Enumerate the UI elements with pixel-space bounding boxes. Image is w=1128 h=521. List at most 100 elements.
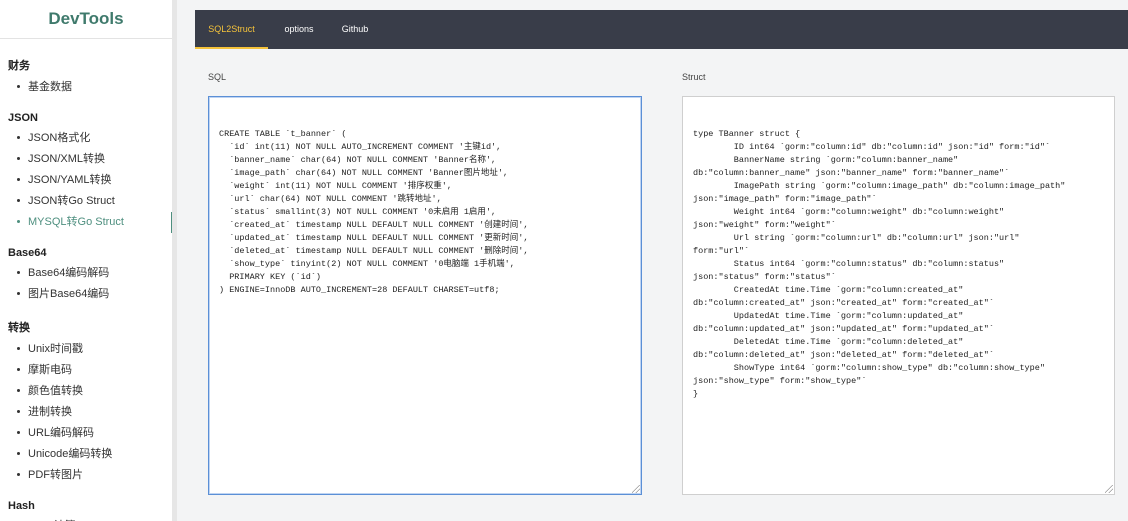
sidebar-item[interactable]: MYSQL转Go Struct xyxy=(0,212,172,233)
sidebar-item-label: MYSQL转Go Struct xyxy=(28,216,124,228)
code-line: Url string `gorm:"column:url" db:"column… xyxy=(693,233,1020,243)
sidebar-menu: 财务基金数据 JSON JSON格式化 JSON/XML转换 JSON/YAML转换 JS… xyxy=(0,57,172,521)
sidebar-item-label: JSON转Go Struct xyxy=(28,195,115,207)
code-line: `id` int(11) NOT NULL AUTO_INCREMENT COM… xyxy=(219,142,502,152)
sql-code: CREATE TABLE `t_banner` ( `id` int(11) N… xyxy=(219,128,631,297)
sidebar-item-label: Unicode编码转换 xyxy=(28,448,113,460)
code-line: CREATE TABLE `t_banner` ( xyxy=(219,129,347,139)
tab-github[interactable]: Github xyxy=(330,10,380,49)
code-line: json:"image_path" form:"image_path"` xyxy=(693,194,877,204)
tab-sql2struct[interactable]: SQL2Struct xyxy=(195,10,268,49)
code-line: `deleted_at` timestamp NULL DEFAULT NULL… xyxy=(219,246,529,256)
struct-label: Struct xyxy=(682,72,706,82)
code-line: ShowType int64 `gorm:"column:show_type" … xyxy=(693,363,1045,373)
code-line: db:"column:banner_name" json:"banner_nam… xyxy=(693,168,1010,178)
bullet-icon xyxy=(17,346,20,350)
bullet-icon xyxy=(17,219,20,223)
code-line: json:"show_type" form:"show_type"` xyxy=(693,376,867,386)
code-line: type TBanner struct { xyxy=(693,129,801,139)
code-line: json:"status" form:"status"` xyxy=(693,272,836,282)
sidebar-item-label: JSON格式化 xyxy=(28,132,91,144)
bullet-icon xyxy=(17,409,20,413)
sidebar-item[interactable]: Unicode编码转换 xyxy=(0,444,172,465)
bullet-icon xyxy=(17,472,20,476)
code-line: ID int64 `gorm:"column:id" db:"column:id… xyxy=(693,142,1051,152)
bullet-icon xyxy=(17,388,20,392)
sidebar-item-label: 图片Base64编码 xyxy=(28,288,110,300)
sidebar-item-label: PDF转图片 xyxy=(28,469,83,481)
bullet-icon xyxy=(17,177,20,181)
sidebar-item[interactable]: JSON格式化 xyxy=(0,128,172,149)
sidebar-item-label: 摩斯电码 xyxy=(28,364,72,376)
code-line: `status` smallint(3) NOT NULL COMMENT '0… xyxy=(219,207,497,217)
sidebar-item[interactable]: 进制转换 xyxy=(0,402,172,423)
tab-label: options xyxy=(284,24,314,34)
sidebar-item[interactable]: 基金数据 xyxy=(0,77,172,98)
sidebar-item-label: JSON/YAML转换 xyxy=(28,174,112,186)
sidebar-group-title: Base64 xyxy=(8,247,47,259)
code-line: form:"url"` xyxy=(693,246,750,256)
tab-label: Github xyxy=(341,24,369,34)
code-line: PRIMARY KEY (`id`) xyxy=(219,272,322,282)
code-line: `weight` int(11) NOT NULL COMMENT '排序权重'… xyxy=(219,181,452,191)
sidebar-item-label: URL编码解码 xyxy=(28,427,95,439)
sidebar-group-title: JSON xyxy=(8,112,38,124)
sidebar-item[interactable]: 图片Base64编码 xyxy=(0,284,172,305)
sidebar-group-title: 转换 xyxy=(8,322,30,334)
sidebar-item[interactable]: 颜色值转换 xyxy=(0,381,172,402)
sidebar-item-label: JSON/XML转换 xyxy=(28,153,106,165)
code-line: `url` char(64) NOT NULL COMMENT '跳转地址', xyxy=(219,194,442,204)
active-tab-indicator xyxy=(195,47,268,49)
sidebar-item-label: 基金数据 xyxy=(28,81,72,93)
code-line: CreatedAt time.Time `gorm:"column:create… xyxy=(693,285,964,295)
sidebar-item[interactable]: Unix时间戳 xyxy=(0,339,172,360)
top-nav-bar: SQL2Struct options Github xyxy=(195,10,1128,49)
sql-label: SQL xyxy=(208,72,227,82)
brand-logo[interactable]: DevTools xyxy=(0,0,172,39)
sidebar-item-label: 进制转换 xyxy=(28,406,72,418)
sidebar-scrollbar[interactable] xyxy=(172,0,177,521)
code-line: `created_at` timestamp NULL DEFAULT NULL… xyxy=(219,220,529,230)
struct-code: type TBanner struct { ID int64 `gorm:"co… xyxy=(693,128,1104,401)
code-line: ImagePath string `gorm:"column:image_pat… xyxy=(693,181,1066,191)
resize-handle[interactable] xyxy=(632,485,640,493)
sidebar-group-title: Hash xyxy=(8,500,35,512)
sidebar-item[interactable]: JSON/YAML转换 xyxy=(0,170,172,191)
code-line: DeletedAt time.Time `gorm:"column:delete… xyxy=(693,337,964,347)
sidebar-item-label: 颜色值转换 xyxy=(28,385,83,397)
tab-options[interactable]: options xyxy=(274,10,324,49)
code-line: db:"column:created_at" json:"created_at"… xyxy=(693,298,994,308)
code-line: `show_type` tinyint(2) NOT NULL COMMENT … xyxy=(219,259,515,269)
bullet-icon xyxy=(17,270,20,274)
code-line: db:"column:updated_at" json:"updated_at"… xyxy=(693,324,994,334)
bullet-icon xyxy=(17,451,20,455)
sidebar-item[interactable]: JSON转Go Struct xyxy=(0,191,172,212)
bullet-icon xyxy=(17,367,20,371)
sidebar: DevTools 财务基金数据 JSON JSON格式化 JSON/XML转换 JSON… xyxy=(0,0,173,521)
code-line: json:"weight" form:"weight"` xyxy=(693,220,836,230)
sidebar-item-label: Unix时间戳 xyxy=(28,343,84,355)
code-line: Weight int64 `gorm:"column:weight" db:"c… xyxy=(693,207,1005,217)
sidebar-group-title: 财务 xyxy=(8,60,30,72)
sidebar-item[interactable]: URL编码解码 xyxy=(0,423,172,444)
sidebar-item-label: Base64编码解码 xyxy=(28,267,110,279)
bullet-icon xyxy=(17,156,20,160)
code-line: } xyxy=(693,389,699,399)
struct-output[interactable]: type TBanner struct { ID int64 `gorm:"co… xyxy=(682,96,1115,495)
code-line: ) ENGINE=InnoDB AUTO_INCREMENT=28 DEFAUL… xyxy=(219,285,500,295)
sidebar-item[interactable]: Base64编码解码 xyxy=(0,263,172,284)
resize-handle[interactable] xyxy=(1105,485,1113,493)
sidebar-item[interactable]: Hash计算 xyxy=(0,516,172,521)
code-line: Status int64 `gorm:"column:status" db:"c… xyxy=(693,259,1005,269)
code-line: db:"column:deleted_at" json:"deleted_at"… xyxy=(693,350,994,360)
bullet-icon xyxy=(17,430,20,434)
sidebar-item[interactable]: PDF转图片 xyxy=(0,465,172,486)
tab-label: SQL2Struct xyxy=(208,24,255,34)
bullet-icon xyxy=(17,198,20,202)
sidebar-item[interactable]: 摩斯电码 xyxy=(0,360,172,381)
sql-input[interactable]: CREATE TABLE `t_banner` ( `id` int(11) N… xyxy=(208,96,642,495)
code-line: BannerName string `gorm:"column:banner_n… xyxy=(693,155,959,165)
bullet-icon xyxy=(17,84,20,88)
sidebar-item[interactable]: JSON/XML转换 xyxy=(0,149,172,170)
code-line: `image_path` char(64) NOT NULL COMMENT '… xyxy=(219,168,509,178)
